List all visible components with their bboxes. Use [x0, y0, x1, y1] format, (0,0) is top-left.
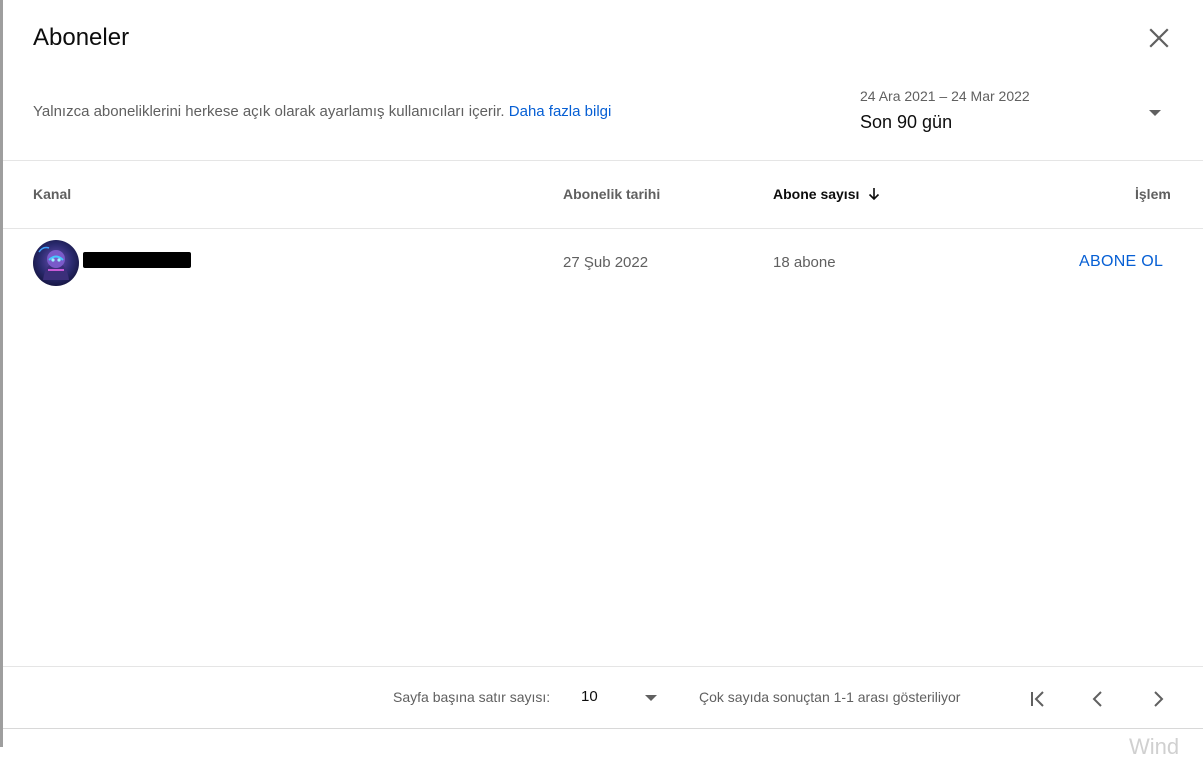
column-header-subscriber-count[interactable]: Abone sayısı — [773, 186, 881, 202]
close-icon — [1149, 28, 1169, 48]
dialog-title: Aboneler — [33, 24, 130, 51]
chevron-right-icon — [1154, 691, 1164, 707]
first-page-icon — [1031, 691, 1044, 707]
rows-per-page-label: Sayfa başına satır sayısı: — [393, 689, 551, 705]
subscribers-dialog: Aboneler Yalnızca aboneliklerini herkese… — [0, 0, 1203, 759]
avatar-image — [33, 240, 79, 286]
rows-per-page-value: 10 — [581, 688, 598, 705]
subscribe-button[interactable]: ABONE OL — [1067, 251, 1175, 273]
date-range-text: 24 Ara 2021 – 24 Mar 2022 — [860, 88, 1030, 104]
caret-down-icon — [1149, 110, 1161, 116]
next-page-button[interactable] — [1143, 684, 1173, 714]
channel-name-redacted[interactable] — [83, 252, 191, 268]
pagination-range-text: Çok sayıda sonuçtan 1-1 arası gösteriliy… — [699, 689, 961, 705]
rows-per-page-select[interactable]: 10 — [581, 684, 663, 710]
column-header-channel: Kanal — [33, 186, 72, 202]
footer-divider — [3, 666, 1203, 667]
table-header-divider — [3, 228, 1203, 229]
table-row: 27 Şub 2022 18 abone ABONE OL — [3, 231, 1203, 293]
description-text: Yalnızca aboneliklerini herkese açık ola… — [33, 103, 505, 120]
subscription-date-cell: 27 Şub 2022 — [563, 254, 649, 271]
column-header-subscriber-count-label: Abone sayısı — [773, 186, 860, 202]
column-header-subscription-date[interactable]: Abonelik tarihi — [563, 186, 660, 202]
header-divider — [3, 160, 1203, 161]
column-header-action: İşlem — [1135, 186, 1171, 202]
close-button[interactable] — [1143, 22, 1175, 54]
first-page-button[interactable] — [1023, 684, 1053, 714]
dialog-description: Yalnızca aboneliklerini herkese açık ola… — [33, 103, 611, 120]
subscriber-count-cell: 18 abone — [773, 254, 836, 271]
arrow-down-icon — [869, 188, 880, 201]
bottom-edge — [3, 728, 1203, 729]
learn-more-link[interactable]: Daha fazla bilgi — [509, 103, 612, 120]
previous-page-button[interactable] — [1083, 684, 1113, 714]
date-preset-label: Son 90 gün — [860, 112, 953, 132]
caret-down-icon — [645, 695, 657, 701]
chevron-left-icon — [1092, 691, 1102, 707]
channel-avatar[interactable] — [33, 240, 79, 286]
date-range-dropdown[interactable]: 24 Ara 2021 – 24 Mar 2022 Son 90 gün — [860, 86, 1178, 138]
os-watermark: Wind — [1129, 734, 1180, 759]
